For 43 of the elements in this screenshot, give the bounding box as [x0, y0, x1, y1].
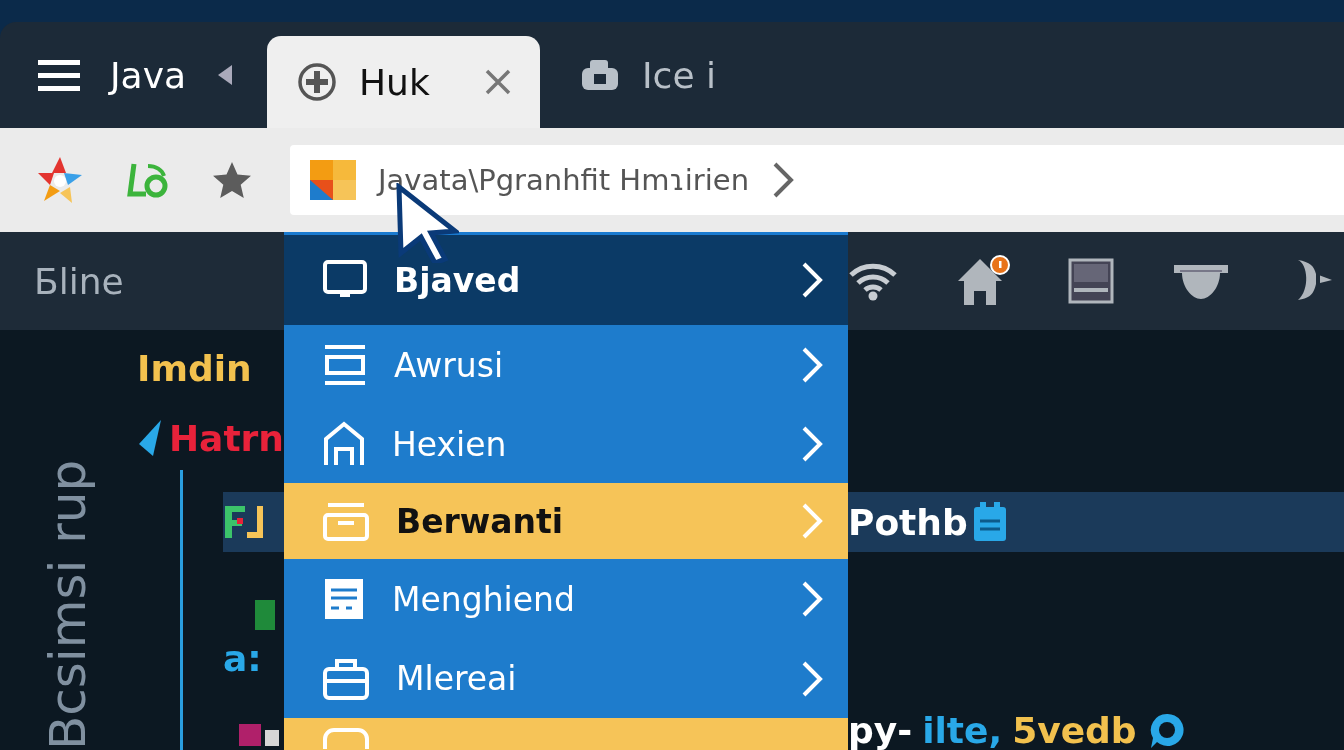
site-icon — [310, 160, 356, 200]
wifi-icon[interactable] — [848, 261, 898, 301]
menu-icon[interactable] — [38, 58, 80, 92]
rack-icon — [322, 343, 368, 387]
close-icon — [484, 68, 512, 96]
chevron-right-icon — [800, 261, 824, 299]
chevron-right-icon — [800, 425, 824, 463]
side-label: Bcsimsi rup — [39, 458, 98, 750]
code-text: py- — [848, 709, 913, 750]
menu-item[interactable]: Berwanti — [284, 483, 848, 559]
back-icon[interactable] — [216, 63, 235, 87]
code-text: Pothb — [848, 501, 968, 543]
star-icon[interactable] — [212, 161, 252, 199]
code-text: Imdin — [137, 347, 252, 389]
app-title: Java — [110, 54, 187, 96]
code-block-icon — [255, 600, 275, 630]
chevron-right-icon — [800, 502, 824, 540]
expand-triangle-icon[interactable] — [137, 418, 163, 458]
code-text: Hatrn — [169, 417, 284, 459]
menu-item[interactable]: Bjaved — [284, 235, 848, 325]
browser-tab[interactable]: Huk — [267, 36, 540, 128]
house-icon — [322, 421, 366, 467]
code-text: ilte, — [922, 709, 1003, 750]
chevron-right-icon — [800, 346, 824, 384]
panel-title: Бline — [34, 260, 124, 302]
tray-icon — [322, 501, 370, 541]
document-icon — [322, 576, 366, 622]
chevron-right-icon — [800, 580, 824, 618]
chevron-right-icon — [800, 659, 824, 698]
code-text: a: — [223, 637, 262, 679]
close-tab-button[interactable] — [484, 68, 512, 96]
window-icon[interactable] — [1068, 258, 1114, 304]
home-icon[interactable] — [956, 255, 1010, 307]
bag-icon — [322, 727, 370, 749]
browser-tab[interactable]: Ice i — [540, 22, 744, 128]
clipboard-icon — [971, 501, 1008, 543]
address-field[interactable]: Javata\Pgranhfit Hmɿirien — [290, 145, 1344, 215]
pinwheel-logo-icon[interactable] — [36, 155, 84, 205]
code-text: 5vedb — [1012, 709, 1137, 750]
code-mark-icon — [239, 724, 279, 746]
plus-circle-icon — [297, 62, 337, 102]
briefcase-icon — [322, 656, 370, 701]
box-icon — [580, 58, 620, 92]
